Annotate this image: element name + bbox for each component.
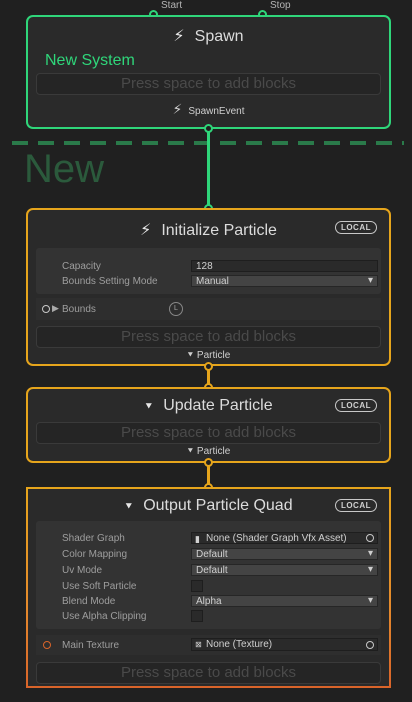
update-output-port[interactable] — [204, 458, 213, 467]
local-badge[interactable]: LOCAL — [334, 399, 377, 412]
shader-graph-field[interactable]: ▮ None (Shader Graph Vfx Asset) — [191, 532, 378, 544]
spawn-title: Spawn — [194, 28, 244, 45]
soft-particle-row: Use Soft Particle — [36, 580, 381, 594]
alpha-clip-checkbox[interactable] — [191, 610, 203, 622]
color-mapping-row: Color Mapping Default — [36, 548, 381, 562]
lightning-icon: ⚡ — [140, 222, 152, 239]
spawn-context[interactable]: ⚡ Spawn New System Press space to add blo… — [26, 15, 391, 129]
bounds-row: ▶ Bounds L — [36, 298, 381, 320]
color-mapping-label: Color Mapping — [62, 549, 128, 560]
init-output-port[interactable] — [204, 362, 213, 371]
spawn-output-port[interactable] — [204, 124, 213, 133]
blend-mode-dropdown[interactable]: Alpha — [191, 595, 378, 607]
system-name[interactable]: New System — [45, 52, 135, 70]
output-title: Output Particle Quad — [143, 497, 293, 514]
capacity-row: Capacity 128 — [36, 260, 381, 274]
local-badge[interactable]: LOCAL — [334, 499, 377, 512]
uv-mode-label: Uv Mode — [62, 565, 103, 576]
update-title: Update Particle — [163, 397, 273, 414]
output-context[interactable]: ⯆ Output Particle Quad LOCAL Shader Graph… — [26, 487, 391, 688]
add-blocks-area[interactable]: Press space to add blocks — [36, 662, 381, 684]
particle-icon: ⯆ — [144, 401, 154, 413]
start-port-label: Start — [161, 0, 183, 11]
main-texture-port[interactable] — [43, 641, 51, 649]
init-flow-label: Particle — [196, 350, 231, 361]
capacity-label: Capacity — [62, 261, 101, 272]
color-mapping-dropdown[interactable]: Default — [191, 548, 378, 560]
uv-mode-dropdown[interactable]: Default — [191, 564, 378, 576]
init-settings-panel: Capacity 128 Bounds Setting Mode Manual — [36, 248, 381, 294]
lightning-icon: ⚡ — [173, 28, 185, 45]
bounds-port[interactable] — [42, 305, 50, 313]
update-context[interactable]: ⯆ Update Particle LOCAL Press space to ad… — [26, 387, 391, 463]
initialize-context[interactable]: ⚡ Initialize Particle LOCAL Capacity 128 … — [26, 208, 391, 366]
capacity-field[interactable]: 128 — [191, 260, 378, 272]
bounds-mode-row: Bounds Setting Mode Manual — [36, 275, 381, 289]
shader-graph-label: Shader Graph — [62, 533, 125, 544]
local-badge[interactable]: LOCAL — [334, 221, 377, 234]
add-blocks-area[interactable]: Press space to add blocks — [36, 422, 381, 444]
main-texture-label: Main Texture — [62, 640, 120, 651]
object-picker-icon[interactable] — [366, 641, 374, 649]
particle-icon: ⯆ — [186, 446, 194, 456]
bounds-mode-dropdown[interactable]: Manual — [191, 275, 378, 287]
soft-particle-label: Use Soft Particle — [62, 581, 137, 592]
stop-port-label: Stop — [270, 0, 291, 11]
init-title: Initialize Particle — [161, 222, 277, 239]
object-picker-icon[interactable] — [366, 534, 374, 542]
uv-mode-row: Uv Mode Default — [36, 564, 381, 578]
update-flow-label: Particle — [196, 446, 231, 457]
shader-graph-row: Shader Graph ▮ None (Shader Graph Vfx Ass… — [36, 532, 381, 546]
space-toggle[interactable]: L — [169, 302, 183, 316]
lightning-icon: ⚡ — [172, 101, 183, 117]
blend-mode-label: Blend Mode — [62, 596, 116, 607]
particle-icon: ⯆ — [124, 501, 134, 513]
add-blocks-area[interactable]: Press space to add blocks — [36, 73, 381, 95]
output-settings-panel: Shader Graph ▮ None (Shader Graph Vfx Ass… — [36, 521, 381, 629]
add-blocks-area[interactable]: Press space to add blocks — [36, 326, 381, 348]
spawn-event-label: SpawnEvent — [188, 106, 245, 117]
bounds-label: Bounds — [62, 304, 96, 315]
alpha-clip-row: Use Alpha Clipping — [36, 610, 381, 624]
main-texture-field[interactable]: ⊠ None (Texture) — [191, 638, 378, 651]
file-icon: ▮ — [195, 534, 200, 544]
alpha-clip-label: Use Alpha Clipping — [62, 611, 147, 622]
particle-icon: ⯆ — [186, 350, 194, 360]
expand-arrow-icon[interactable]: ▶ — [52, 303, 59, 314]
main-texture-row: Main Texture ⊠ None (Texture) — [36, 635, 381, 655]
texture-icon: ⊠ — [195, 640, 202, 649]
bounds-mode-label: Bounds Setting Mode — [62, 276, 158, 287]
blend-mode-row: Blend Mode Alpha — [36, 595, 381, 609]
group-title: New — [24, 147, 105, 191]
soft-particle-checkbox[interactable] — [191, 580, 203, 592]
